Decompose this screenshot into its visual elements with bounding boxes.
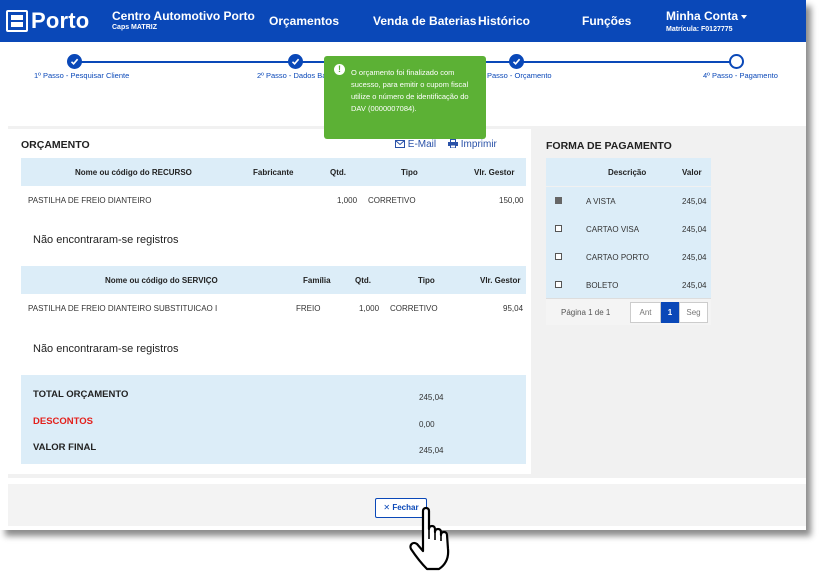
col-type: Tipo: [401, 168, 418, 177]
email-link[interactable]: E-Mail: [395, 139, 436, 150]
success-toast[interactable]: ! O orçamento foi finalizado com sucesso…: [324, 56, 486, 139]
discount-label: DESCONTOS: [33, 416, 94, 427]
payment-checkbox[interactable]: [555, 197, 562, 204]
print-label: Imprimir: [460, 139, 497, 150]
account-menu[interactable]: Minha Conta Matrícula: F0127775: [666, 9, 747, 33]
toast-message: O orçamento foi finalizado com sucesso, …: [351, 68, 469, 113]
payment-value: 245,04: [682, 197, 707, 206]
step-3-done-icon: [509, 54, 524, 69]
table-row[interactable]: PASTILHA DE FREIO DIANTEIRO SUBSTITUICAO…: [21, 295, 526, 321]
total-value: 245,04: [419, 393, 444, 402]
step-1-label: 1º Passo - Pesquisar Cliente: [34, 71, 130, 80]
exclamation-icon: !: [334, 64, 345, 75]
registration-label: Matrícula: F0127775: [666, 26, 733, 33]
chevron-down-icon: [741, 14, 747, 19]
step-4-current-icon: [729, 54, 744, 69]
col-description: Descrição: [608, 168, 647, 177]
step-2-done-icon: [288, 54, 303, 69]
resource-type: CORRETIVO: [368, 196, 416, 205]
nav-orcamentos[interactable]: Orçamentos: [269, 14, 339, 28]
envelope-icon: [395, 140, 405, 148]
service-value: 95,04: [503, 304, 524, 313]
col-manufacturer: Fabricante: [253, 168, 294, 177]
service-center-name: Centro Automotivo Porto: [112, 9, 255, 23]
top-navbar: Porto Centro Automotivo Porto Caps MATRI…: [0, 0, 806, 42]
logo-text: Porto: [31, 8, 90, 33]
final-value: 245,04: [419, 446, 444, 455]
app-window: Porto Centro Automotivo Porto Caps MATRI…: [0, 0, 806, 530]
hand-pointer-icon: [409, 506, 450, 571]
service-type: CORRETIVO: [390, 304, 438, 313]
porto-logo[interactable]: Porto: [6, 8, 89, 34]
col-type: Tipo: [418, 276, 435, 285]
resource-value: 150,00: [499, 196, 524, 205]
payment-table-header: Descrição Valor: [546, 158, 711, 186]
col-value: Valor: [682, 168, 702, 177]
resources-table-header: Nome ou código do RECURSO Fabricante Qtd…: [21, 158, 526, 186]
nav-venda-baterias[interactable]: Venda de Baterias: [373, 14, 476, 28]
payment-pagination: Página 1 de 1 Ant 1 Seg: [546, 298, 711, 325]
payment-checkbox[interactable]: [555, 281, 562, 288]
col-manager-value: Vlr. Gestor: [480, 276, 521, 285]
table-row[interactable]: PASTILHA DE FREIO DIANTEIRO 1,000 CORRET…: [21, 187, 526, 213]
resources-empty-message: Não encontraram-se registros: [33, 234, 179, 246]
prev-page-button[interactable]: Ant: [630, 302, 661, 323]
account-label: Minha Conta: [666, 9, 738, 23]
total-label: TOTAL ORÇAMENTO: [33, 389, 129, 400]
payment-checkbox[interactable]: [555, 225, 562, 232]
step-1-done-icon: [67, 54, 82, 69]
services-empty-message: Não encontraram-se registros: [33, 343, 179, 355]
resource-name: PASTILHA DE FREIO DIANTEIRO: [28, 196, 152, 205]
payment-option-boleto[interactable]: BOLETO 245,04: [546, 271, 711, 299]
payment-option-cartao-porto[interactable]: CARTAO PORTO 245,04: [546, 243, 711, 271]
payment-value: 245,04: [682, 225, 707, 234]
col-qty: Qtd.: [355, 276, 371, 285]
services-table-header: Nome ou código do SERVIÇO Família Qtd. T…: [21, 266, 526, 294]
page-info: Página 1 de 1: [561, 308, 611, 317]
step-3-label: 3º Passo - Orçamento: [478, 71, 552, 80]
col-manager-value: Vlr. Gestor: [474, 168, 515, 177]
service-center-sub: Caps MATRIZ: [112, 24, 157, 31]
service-name: PASTILHA DE FREIO DIANTEIRO SUBSTITUICAO…: [28, 304, 218, 313]
resource-qty: 1,000: [337, 196, 358, 205]
step-4-label: 4º Passo - Pagamento: [703, 71, 778, 80]
totals-panel: TOTAL ORÇAMENTO 245,04 DESCONTOS 0,00 VA…: [21, 375, 526, 464]
col-family: Família: [303, 276, 331, 285]
printer-icon: [448, 139, 458, 149]
service-qty: 1,000: [359, 304, 380, 313]
page-1-button[interactable]: 1: [661, 302, 679, 323]
email-label: E-Mail: [407, 139, 437, 150]
col-resource-name: Nome ou código do RECURSO: [75, 168, 192, 177]
nav-historico[interactable]: Histórico: [478, 14, 530, 28]
payment-name: A VISTA: [586, 197, 616, 206]
service-center: Centro Automotivo Porto Caps MATRIZ: [112, 9, 255, 31]
budget-title: ORÇAMENTO: [21, 139, 90, 151]
payment-value: 245,04: [682, 281, 707, 290]
payment-name: CARTAO VISA: [586, 225, 640, 234]
payment-value: 245,04: [682, 253, 707, 262]
payment-option-cartao-visa[interactable]: CARTAO VISA 245,04: [546, 215, 711, 243]
final-label: VALOR FINAL: [33, 442, 97, 453]
col-service-name: Nome ou código do SERVIÇO: [105, 276, 218, 285]
payment-option-a-vista[interactable]: A VISTA 245,04: [546, 187, 711, 215]
print-link[interactable]: Imprimir: [448, 139, 497, 150]
col-qty: Qtd.: [330, 168, 346, 177]
porto-logo-icon: [6, 10, 28, 32]
discount-value: 0,00: [419, 420, 435, 429]
nav-funcoes[interactable]: Funções: [582, 14, 631, 28]
next-page-button[interactable]: Seg: [679, 302, 708, 323]
payment-name: CARTAO PORTO: [586, 253, 649, 262]
service-family: FREIO: [296, 304, 321, 313]
payment-checkbox[interactable]: [555, 253, 562, 260]
payment-title: FORMA DE PAGAMENTO: [546, 140, 672, 152]
payment-name: BOLETO: [586, 281, 619, 290]
